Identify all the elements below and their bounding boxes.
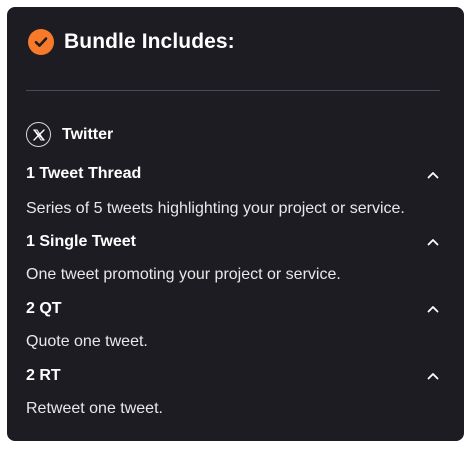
- item-description: Retweet one tweet.: [26, 400, 163, 417]
- item-title-qt[interactable]: 2 QT: [26, 300, 62, 318]
- divider: [26, 90, 440, 91]
- chevron-up-icon[interactable]: [426, 168, 440, 182]
- bundle-title: Bundle Includes:: [64, 30, 235, 53]
- chevron-up-icon[interactable]: [426, 235, 440, 249]
- platform-row: Twitter: [26, 122, 113, 147]
- chevron-up-icon[interactable]: [426, 369, 440, 383]
- platform-name: Twitter: [62, 125, 114, 143]
- item-description: One tweet promoting your project or serv…: [26, 266, 341, 283]
- check-circle-icon: [28, 29, 54, 55]
- bundle-card: Bundle Includes: Twitter 1 Tweet Thread …: [7, 7, 464, 441]
- item-title-tweet-thread[interactable]: 1 Tweet Thread: [26, 165, 141, 183]
- item-description: Quote one tweet.: [26, 333, 148, 350]
- item-title-single-tweet[interactable]: 1 Single Tweet: [26, 233, 136, 251]
- chevron-up-icon[interactable]: [426, 302, 440, 316]
- item-description: Series of 5 tweets highlighting your pro…: [26, 200, 405, 217]
- item-title-rt[interactable]: 2 RT: [26, 367, 61, 385]
- bundle-header: Bundle Includes:: [28, 29, 235, 55]
- x-logo-icon: [26, 122, 51, 147]
